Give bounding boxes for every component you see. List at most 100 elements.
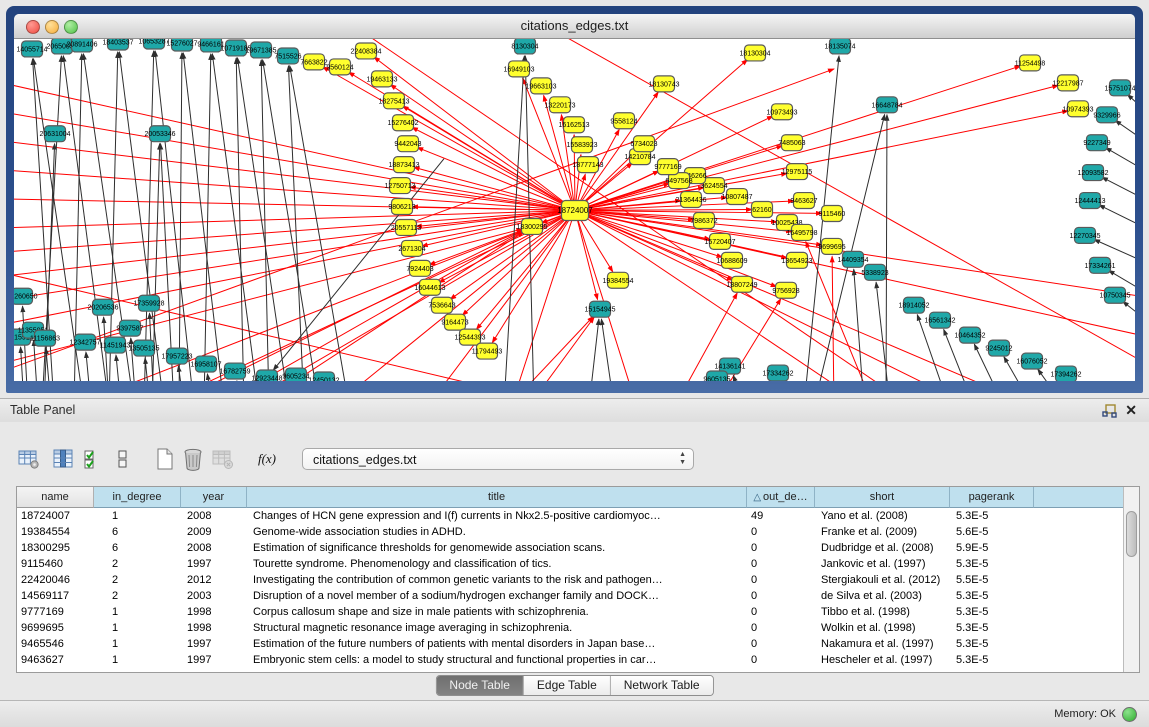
row-select-icon[interactable] bbox=[80, 446, 106, 472]
column-header-title[interactable]: title bbox=[247, 487, 747, 508]
cell-in-degree[interactable]: 1 bbox=[94, 604, 181, 620]
cell-name[interactable]: 9463627 bbox=[17, 652, 94, 668]
cell-out-de-[interactable]: 0 bbox=[747, 588, 815, 604]
cell-pagerank[interactable]: 5.5E-5 bbox=[950, 572, 1034, 588]
table-row[interactable]: 1938455462009Genome-wide association stu… bbox=[17, 524, 1124, 540]
cell-out-de-[interactable]: 0 bbox=[747, 636, 815, 652]
cell-in-degree[interactable]: 1 bbox=[94, 620, 181, 636]
cell-year[interactable]: 2008 bbox=[181, 508, 247, 524]
table-select[interactable]: citations_edges.txt ▲▼ bbox=[302, 448, 694, 470]
cell-year[interactable]: 2012 bbox=[181, 572, 247, 588]
cell-pagerank[interactable]: 5.3E-5 bbox=[950, 556, 1034, 572]
table-mode-icon[interactable] bbox=[16, 446, 42, 472]
vertical-scrollbar[interactable] bbox=[1123, 487, 1139, 672]
cell-title[interactable]: Corpus callosum shape and size in male p… bbox=[247, 604, 747, 620]
cell-out-de-[interactable]: 0 bbox=[747, 652, 815, 668]
column-header-out-de-[interactable]: △out_de… bbox=[747, 487, 815, 508]
cell-name[interactable]: 18300295 bbox=[17, 540, 94, 556]
cell-pagerank[interactable]: 5.3E-5 bbox=[950, 604, 1034, 620]
scrollbar-thumb[interactable] bbox=[1126, 511, 1137, 557]
table-row[interactable]: 969969511998Structural magnetic resonanc… bbox=[17, 620, 1124, 636]
cell-out-de-[interactable]: 0 bbox=[747, 604, 815, 620]
table-row[interactable]: 1830029562008Estimation of significance … bbox=[17, 540, 1124, 556]
cell-in-degree[interactable]: 2 bbox=[94, 588, 181, 604]
column-header-pagerank[interactable]: pagerank bbox=[950, 487, 1034, 508]
cell-year[interactable]: 1997 bbox=[181, 652, 247, 668]
cell-short[interactable]: de Silva et al. (2003) bbox=[815, 588, 950, 604]
network-canvas[interactable]: 1405571420650051208914061840353710653287… bbox=[14, 39, 1135, 381]
cell-pagerank[interactable]: 5.9E-5 bbox=[950, 540, 1034, 556]
destroy-table-icon[interactable] bbox=[210, 446, 236, 472]
cell-year[interactable]: 2008 bbox=[181, 540, 247, 556]
cell-title[interactable]: Estimation of the future numbers of pati… bbox=[247, 636, 747, 652]
column-header-in-degree[interactable]: in_degree bbox=[94, 487, 181, 508]
clear-selection-icon[interactable] bbox=[110, 446, 136, 472]
cell-pagerank[interactable]: 5.3E-5 bbox=[950, 652, 1034, 668]
cell-in-degree[interactable]: 1 bbox=[94, 636, 181, 652]
cell-name[interactable]: 9465546 bbox=[17, 636, 94, 652]
cell-name[interactable]: 9777169 bbox=[17, 604, 94, 620]
tab-edge-table[interactable]: Edge Table bbox=[524, 676, 611, 695]
cell-short[interactable]: Tibbo et al. (1998) bbox=[815, 604, 950, 620]
table-row[interactable]: 1872400712008Changes of HCN gene express… bbox=[17, 508, 1124, 524]
cell-year[interactable]: 1997 bbox=[181, 636, 247, 652]
cell-title[interactable]: Disruption of a novel member of a sodium… bbox=[247, 588, 747, 604]
table-row[interactable]: 946362711997Embryonic stem cells: a mode… bbox=[17, 652, 1124, 668]
cell-year[interactable]: 2009 bbox=[181, 524, 247, 540]
cell-name[interactable]: 9699695 bbox=[17, 620, 94, 636]
cell-pagerank[interactable]: 5.3E-5 bbox=[950, 508, 1034, 524]
table-row[interactable]: 2242004622012Investigating the contribut… bbox=[17, 572, 1124, 588]
column-header-short[interactable]: short bbox=[815, 487, 950, 508]
float-window-icon[interactable] bbox=[1102, 404, 1117, 418]
cell-year[interactable]: 1997 bbox=[181, 556, 247, 572]
cell-pagerank[interactable]: 5.3E-5 bbox=[950, 636, 1034, 652]
cell-short[interactable]: Wolkin et al. (1998) bbox=[815, 620, 950, 636]
table-row[interactable]: 977716911998Corpus callosum shape and si… bbox=[17, 604, 1124, 620]
function-builder-icon[interactable]: f(x) bbox=[254, 446, 280, 472]
cell-out-de-[interactable]: 0 bbox=[747, 556, 815, 572]
cell-out-de-[interactable]: 0 bbox=[747, 572, 815, 588]
cell-pagerank[interactable]: 5.3E-5 bbox=[950, 588, 1034, 604]
cell-out-de-[interactable]: 0 bbox=[747, 524, 815, 540]
cell-out-de-[interactable]: 49 bbox=[747, 508, 815, 524]
cell-name[interactable]: 14569117 bbox=[17, 588, 94, 604]
cell-title[interactable]: Embryonic stem cells: a model to study s… bbox=[247, 652, 747, 668]
cell-title[interactable]: Genome-wide association studies in ADHD. bbox=[247, 524, 747, 540]
cell-in-degree[interactable]: 2 bbox=[94, 572, 181, 588]
cell-short[interactable]: Jankovic et al. (1997) bbox=[815, 556, 950, 572]
cell-pagerank[interactable]: 5.6E-5 bbox=[950, 524, 1034, 540]
cell-short[interactable]: Hescheler et al. (1997) bbox=[815, 652, 950, 668]
cell-out-de-[interactable]: 0 bbox=[747, 620, 815, 636]
network-window-titlebar[interactable]: citations_edges.txt bbox=[14, 14, 1135, 39]
tab-node-table[interactable]: Node Table bbox=[436, 676, 524, 695]
column-header-name[interactable]: name bbox=[17, 487, 94, 508]
delete-table-icon[interactable] bbox=[180, 446, 206, 472]
cell-name[interactable]: 9115460 bbox=[17, 556, 94, 572]
cell-title[interactable]: Tourette syndrome. Phenomenology and cla… bbox=[247, 556, 747, 572]
panel-close-icon[interactable]: ✕ bbox=[1125, 402, 1137, 419]
table-row[interactable]: 1456911722003Disruption of a novel membe… bbox=[17, 588, 1124, 604]
new-table-icon[interactable] bbox=[152, 446, 178, 472]
cell-year[interactable]: 2003 bbox=[181, 588, 247, 604]
cell-title[interactable]: Investigating the contribution of common… bbox=[247, 572, 747, 588]
cell-short[interactable]: Nakamura et al. (1997) bbox=[815, 636, 950, 652]
cell-name[interactable]: 19384554 bbox=[17, 524, 94, 540]
cell-in-degree[interactable]: 2 bbox=[94, 556, 181, 572]
cell-name[interactable]: 22420046 bbox=[17, 572, 94, 588]
cell-in-degree[interactable]: 6 bbox=[94, 540, 181, 556]
column-header-year[interactable]: year bbox=[181, 487, 247, 508]
cell-short[interactable]: Franke et al. (2009) bbox=[815, 524, 950, 540]
show-columns-icon[interactable] bbox=[50, 446, 76, 472]
cell-in-degree[interactable]: 6 bbox=[94, 524, 181, 540]
cell-title[interactable]: Structural magnetic resonance image aver… bbox=[247, 620, 747, 636]
cell-in-degree[interactable]: 1 bbox=[94, 508, 181, 524]
cell-in-degree[interactable]: 1 bbox=[94, 652, 181, 668]
cell-year[interactable]: 1998 bbox=[181, 620, 247, 636]
tab-network-table[interactable]: Network Table bbox=[611, 676, 713, 695]
cell-year[interactable]: 1998 bbox=[181, 604, 247, 620]
cell-short[interactable]: Stergiakouli et al. (2012) bbox=[815, 572, 950, 588]
cell-short[interactable]: Dudbridge et al. (2008) bbox=[815, 540, 950, 556]
cell-name[interactable]: 18724007 bbox=[17, 508, 94, 524]
cell-title[interactable]: Changes of HCN gene expression and I(f) … bbox=[247, 508, 747, 524]
cell-pagerank[interactable]: 5.3E-5 bbox=[950, 620, 1034, 636]
